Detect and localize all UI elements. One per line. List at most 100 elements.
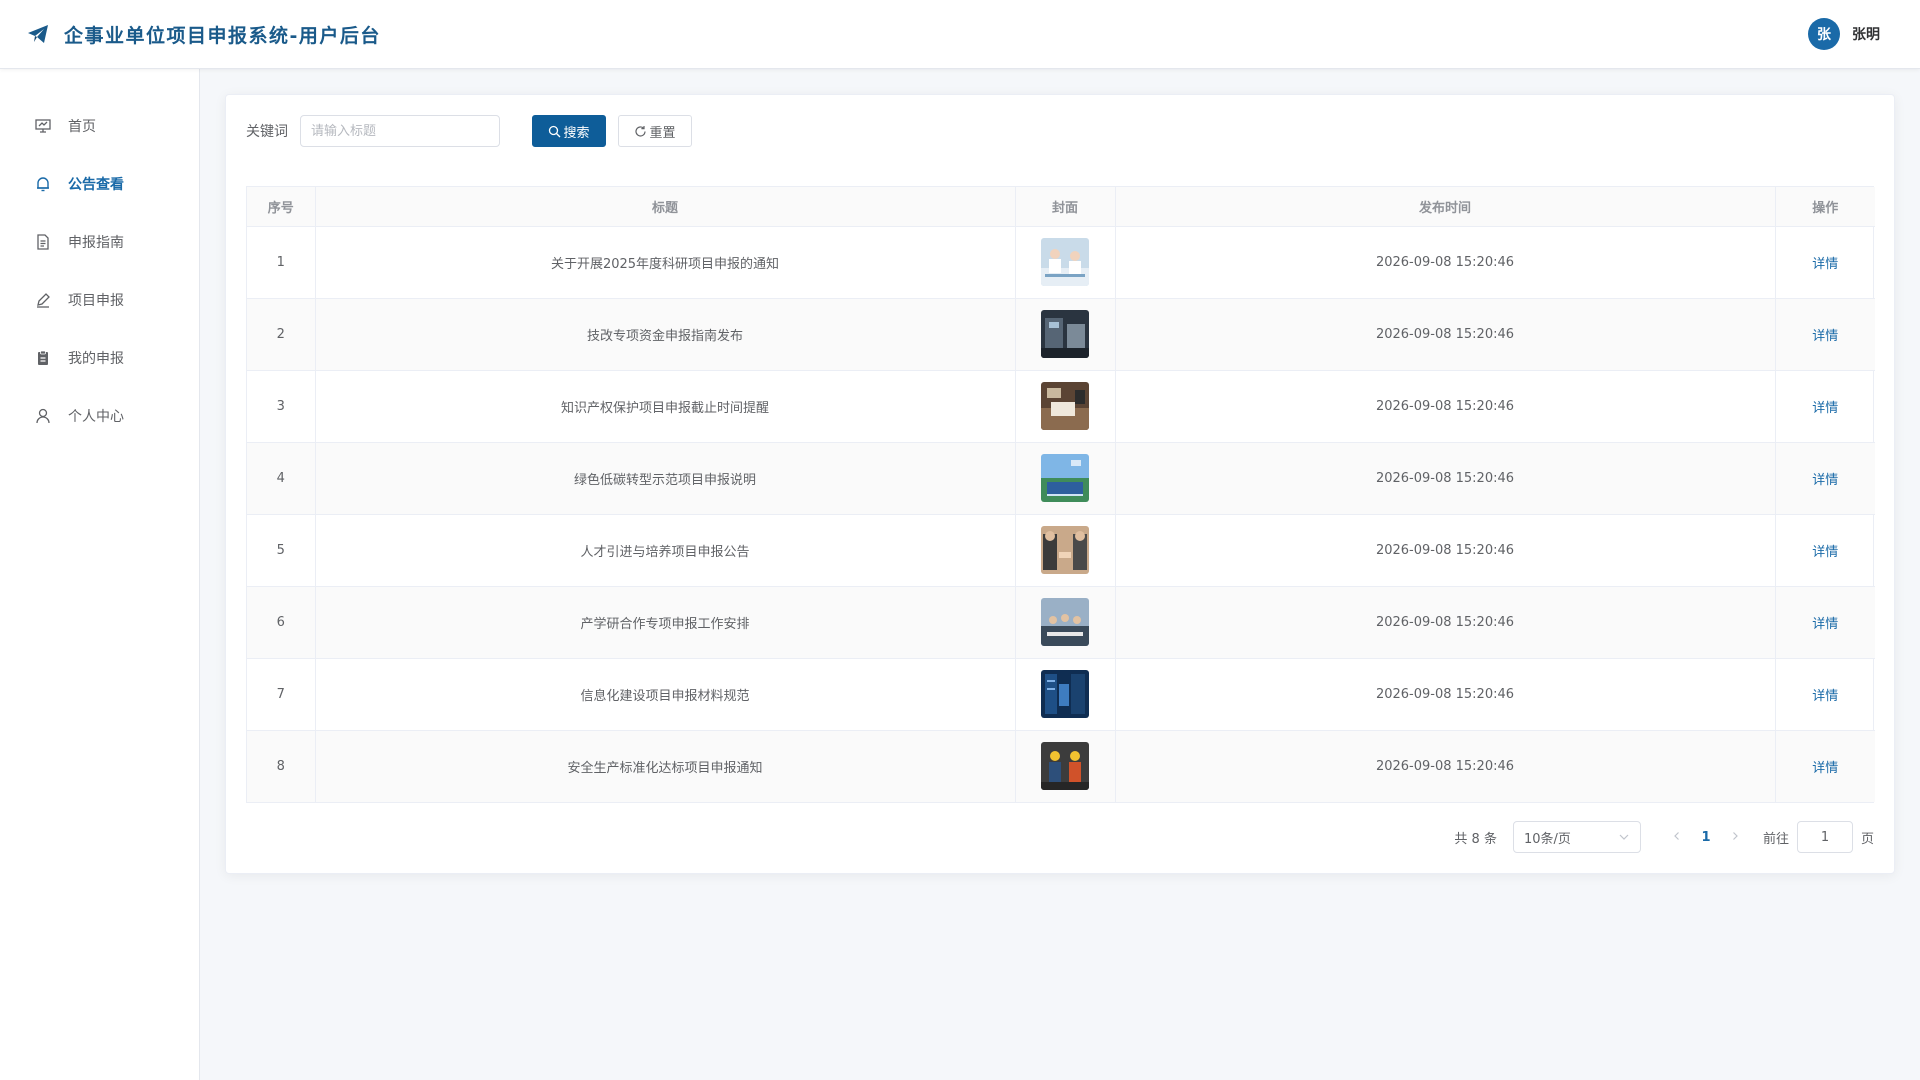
sidebar-item-announcements[interactable]: 公告查看 [0,155,199,213]
document-icon [34,233,52,251]
row-title: 人才引进与培养项目申报公告 [315,514,1016,587]
sidebar-item-home[interactable]: 首页 [0,97,199,155]
column-header-action: 操作 [1775,187,1875,227]
row-title: 知识产权保护项目申报截止时间提醒 [315,370,1016,443]
cover-image[interactable] [1041,598,1089,646]
table-row: 4 绿色低碳转型示范项目申报说明 2026-09-08 15:20:46 详情 [247,442,1875,515]
sidebar-item-label: 公告查看 [68,177,124,193]
username[interactable]: 张明 [1852,24,1880,44]
row-cover-cell [1015,226,1116,299]
search-icon [549,125,561,137]
cover-image[interactable] [1041,382,1089,430]
bell-icon [34,175,52,193]
announcement-panel: 关键词 搜索 重置 序号 标题 封面 发布时间 操作 [225,94,1895,874]
cover-image[interactable] [1041,454,1089,502]
prev-page-button[interactable] [1663,830,1691,845]
sidebar-item-my-applications[interactable]: 我的申报 [0,329,199,387]
table-row: 5 人才引进与培养项目申报公告 2026-09-08 15:20:46 详情 [247,514,1875,587]
row-cover-cell [1015,514,1116,587]
keyword-label: 关键词 [246,124,288,140]
search-button-label: 搜索 [563,125,590,141]
row-action-cell: 详情 [1775,226,1875,299]
sidebar-item-label: 我的申报 [68,351,124,367]
table-row: 3 知识产权保护项目申报截止时间提醒 2026-09-08 15:20:46 详情 [247,370,1875,443]
chevron-left-icon [1674,831,1679,840]
row-index: 6 [247,586,316,659]
row-index: 3 [247,370,316,443]
row-action-cell: 详情 [1775,370,1875,443]
total-count: 共 8 条 [1454,831,1497,847]
cover-image[interactable] [1041,670,1089,718]
row-cover-cell [1015,730,1116,802]
row-cover-cell [1015,658,1116,731]
user-menu[interactable]: 张 张明 [1808,18,1880,50]
row-cover-cell [1015,442,1116,515]
row-cover-cell [1015,370,1116,443]
sidebar-item-apply[interactable]: 项目申报 [0,271,199,329]
page-jump-input[interactable] [1796,821,1853,853]
row-title: 安全生产标准化达标项目申报通知 [315,730,1016,802]
next-page-button[interactable] [1721,830,1749,845]
sidebar-item-guide[interactable]: 申报指南 [0,213,199,271]
pen-icon [34,291,52,309]
row-action-cell: 详情 [1775,730,1875,802]
cover-image[interactable] [1041,742,1089,791]
cover-image[interactable] [1041,238,1089,286]
row-cover-cell [1015,586,1116,659]
announcement-table: 序号 标题 封面 发布时间 操作 1 关于开展2025年度科研项目申报的通知 202… [246,186,1875,803]
row-action-cell: 详情 [1775,586,1875,659]
table-header-row: 序号 标题 封面 发布时间 操作 [247,187,1875,227]
detail-link[interactable]: 详情 [1812,257,1838,272]
page-number-current[interactable]: 1 [1691,830,1721,845]
top-header: 企事业单位项目申报系统-用户后台 张 张明 [0,0,1920,69]
user-icon [34,407,52,425]
search-button[interactable]: 搜索 [532,115,606,147]
clipboard-icon [34,349,52,367]
sidebar-item-label: 项目申报 [68,293,124,309]
row-publish-time: 2026-09-08 15:20:46 [1115,514,1776,587]
row-index: 8 [247,730,316,802]
detail-link[interactable]: 详情 [1812,617,1838,632]
row-title: 技改专项资金申报指南发布 [315,298,1016,371]
table-row: 6 产学研合作专项申报工作安排 2026-09-08 15:20:46 详情 [247,586,1875,659]
pagination: 共 8 条 10条/页 1 前往 页 [1454,821,1874,853]
row-publish-time: 2026-09-08 15:20:46 [1115,298,1776,371]
row-action-cell: 详情 [1775,298,1875,371]
sidebar: 首页 公告查看 申报指南 项目申报 我的申报 个人中心 [0,69,200,1080]
detail-link[interactable]: 详情 [1812,329,1838,344]
sidebar-item-label: 个人中心 [68,409,124,425]
presentation-icon [34,117,52,135]
cover-image[interactable] [1041,310,1089,358]
reset-button[interactable]: 重置 [618,115,692,147]
page-unit-label: 页 [1860,831,1874,847]
goto-label: 前往 [1762,831,1789,847]
row-publish-time: 2026-09-08 15:20:46 [1115,226,1776,299]
row-index: 2 [247,298,316,371]
detail-link[interactable]: 详情 [1812,545,1838,560]
row-title: 信息化建设项目申报材料规范 [315,658,1016,731]
row-index: 1 [247,226,316,299]
detail-link[interactable]: 详情 [1812,401,1838,416]
table-row: 7 信息化建设项目申报材料规范 2026-09-08 15:20:46 详情 [247,658,1875,731]
row-publish-time: 2026-09-08 15:20:46 [1115,586,1776,659]
cover-image[interactable] [1041,526,1089,574]
detail-link[interactable]: 详情 [1812,473,1838,488]
page-size-select[interactable]: 10条/页 [1512,821,1641,853]
column-header-time: 发布时间 [1115,187,1776,227]
row-index: 5 [247,514,316,587]
table-row: 1 关于开展2025年度科研项目申报的通知 2026-09-08 15:20:46 详… [247,226,1875,299]
row-publish-time: 2026-09-08 15:20:46 [1115,658,1776,731]
row-action-cell: 详情 [1775,514,1875,587]
keyword-input[interactable] [300,115,500,147]
avatar[interactable]: 张 [1808,18,1840,50]
row-title: 关于开展2025年度科研项目申报的通知 [315,226,1016,299]
detail-link[interactable]: 详情 [1812,689,1838,704]
row-title: 绿色低碳转型示范项目申报说明 [315,442,1016,515]
sidebar-item-label: 首页 [68,119,96,135]
row-cover-cell [1015,298,1116,371]
row-publish-time: 2026-09-08 15:20:46 [1115,730,1776,802]
search-toolbar: 关键词 搜索 重置 [246,115,692,147]
row-action-cell: 详情 [1775,658,1875,731]
sidebar-item-profile[interactable]: 个人中心 [0,387,199,445]
detail-link[interactable]: 详情 [1812,761,1838,776]
